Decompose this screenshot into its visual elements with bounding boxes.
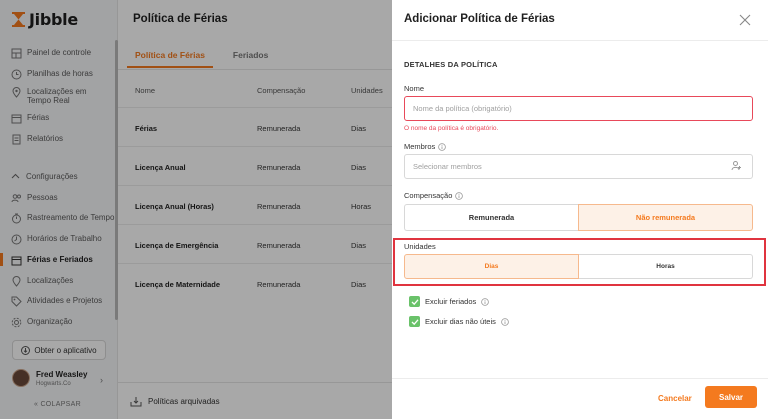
close-icon[interactable] <box>739 14 751 26</box>
exclude-nonworking-label: Excluir dias não úteis <box>425 317 496 326</box>
compensation-toggle: Remunerada Não remunerada <box>404 204 753 231</box>
members-select[interactable] <box>404 154 753 179</box>
info-icon[interactable] <box>481 297 490 306</box>
info-icon[interactable] <box>455 191 464 200</box>
modal-backdrop[interactable] <box>0 0 392 419</box>
cancel-button[interactable]: Cancelar <box>658 388 692 408</box>
members-label: Membros <box>404 142 447 151</box>
add-leave-policy-panel: Adicionar Política de Férias DETALHES DA… <box>392 0 768 419</box>
save-button[interactable]: Salvar <box>705 386 757 408</box>
panel-divider <box>392 40 768 41</box>
units-highlight-box <box>393 238 766 286</box>
panel-title: Adicionar Política de Férias <box>404 13 555 25</box>
members-label-text: Membros <box>404 142 436 151</box>
name-error-message: O nome da política é obrigatório. <box>404 125 499 132</box>
compensation-unpaid-option[interactable]: Não remunerada <box>578 204 753 231</box>
section-title: DETALHES DA POLÍTICA <box>404 60 498 69</box>
compensation-paid-option[interactable]: Remunerada <box>404 204 578 231</box>
exclude-holidays-row[interactable]: Excluir feriados <box>409 296 490 307</box>
add-person-icon[interactable] <box>731 160 742 171</box>
compensation-label-text: Compensação <box>404 191 453 200</box>
checkmark-icon <box>411 318 418 325</box>
name-label: Nome <box>404 84 424 93</box>
compensation-label: Compensação <box>404 191 464 200</box>
exclude-nonworking-checkbox[interactable] <box>409 316 420 327</box>
exclude-nonworking-row[interactable]: Excluir dias não úteis <box>409 316 509 327</box>
exclude-holidays-checkbox[interactable] <box>409 296 420 307</box>
exclude-holidays-label: Excluir feriados <box>425 297 477 306</box>
policy-name-input[interactable] <box>404 96 753 121</box>
name-label-text: Nome <box>404 84 425 93</box>
info-icon[interactable] <box>501 317 509 326</box>
info-icon[interactable] <box>438 142 447 151</box>
panel-footer-divider <box>392 378 768 379</box>
checkmark-icon <box>411 298 418 305</box>
